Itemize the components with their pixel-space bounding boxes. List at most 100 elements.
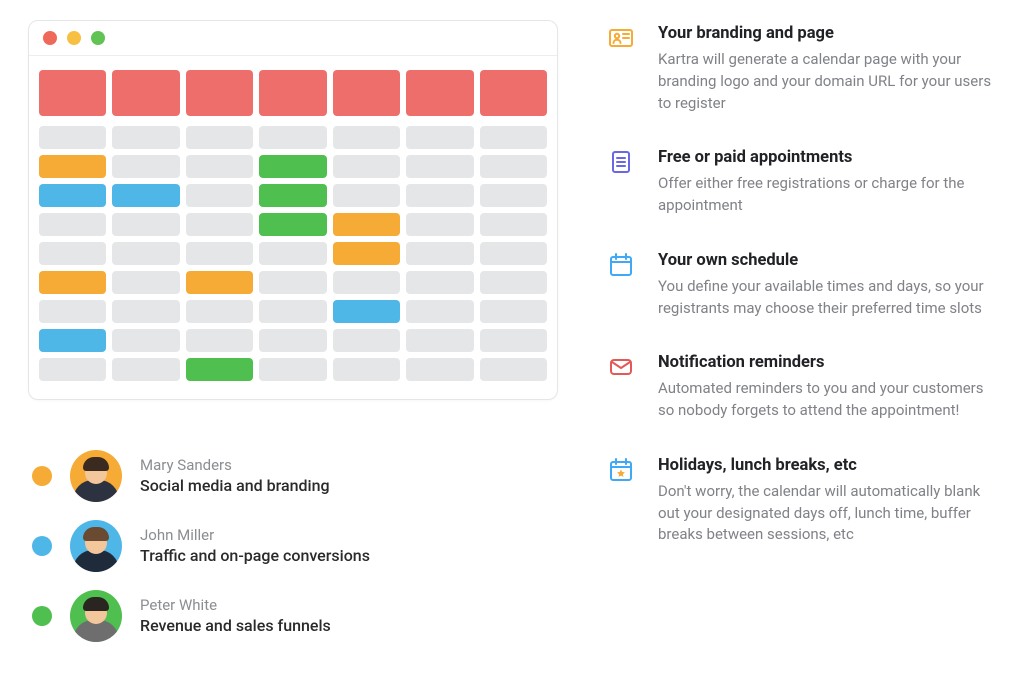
calendar-cell[interactable] [480, 271, 547, 294]
calendar-row [39, 329, 547, 352]
calendar-cell[interactable] [186, 242, 253, 265]
calendar-cell[interactable] [333, 184, 400, 207]
avatar [70, 520, 122, 572]
calendar-cell[interactable] [480, 213, 547, 236]
color-swatch [32, 606, 52, 626]
calendar-cell[interactable] [112, 213, 179, 236]
feature-description: Offer either free registrations or charg… [658, 173, 996, 217]
calendar-cell[interactable] [112, 126, 179, 149]
calendar-cell[interactable] [333, 358, 400, 381]
calendar-cell[interactable] [480, 358, 547, 381]
person-row: John MillerTraffic and on-page conversio… [32, 520, 558, 572]
calendar-cell[interactable] [406, 155, 473, 178]
color-swatch [32, 536, 52, 556]
calendar-cell[interactable] [39, 213, 106, 236]
calendar-cell[interactable] [112, 358, 179, 381]
calendar-cell[interactable] [259, 358, 326, 381]
calendar-row [39, 155, 547, 178]
person-name: Mary Sanders [140, 455, 330, 475]
calendar-cell[interactable] [39, 184, 106, 207]
calendar-cell[interactable] [39, 329, 106, 352]
calendar-cell[interactable] [480, 242, 547, 265]
calendar-cell[interactable] [112, 271, 179, 294]
calendar-cell[interactable] [112, 300, 179, 323]
avatar [70, 450, 122, 502]
calendar-cell[interactable] [39, 300, 106, 323]
calendar-cell[interactable] [259, 126, 326, 149]
feature-item: Holidays, lunch breaks, etcDon't worry, … [606, 456, 996, 546]
feature-description: You define your available times and days… [658, 276, 996, 320]
person-row: Peter WhiteRevenue and sales funnels [32, 590, 558, 642]
maximize-icon[interactable] [91, 31, 105, 45]
color-swatch [32, 466, 52, 486]
calendar-cell[interactable] [186, 126, 253, 149]
calendar-cell[interactable] [333, 329, 400, 352]
calendar-cell[interactable] [333, 271, 400, 294]
calendar-cell[interactable] [259, 271, 326, 294]
feature-description: Don't worry, the calendar will automatic… [658, 481, 996, 546]
calendar-cell[interactable] [333, 126, 400, 149]
calendar-window [28, 20, 558, 400]
person-row: Mary SandersSocial media and branding [32, 450, 558, 502]
calendar-row [39, 184, 547, 207]
calendar-cell[interactable] [480, 184, 547, 207]
calendar-cell[interactable] [186, 213, 253, 236]
calendar-row [39, 213, 547, 236]
calendar-cell[interactable] [259, 213, 326, 236]
calendar-cell[interactable] [406, 358, 473, 381]
minimize-icon[interactable] [67, 31, 81, 45]
calendar-cell[interactable] [112, 184, 179, 207]
person-name: Peter White [140, 595, 331, 615]
calendar-cell[interactable] [333, 213, 400, 236]
calendar-cell[interactable] [186, 184, 253, 207]
calendar-cell[interactable] [333, 242, 400, 265]
calendar-cell[interactable] [480, 155, 547, 178]
calendar-cell[interactable] [259, 184, 326, 207]
calendar-row [39, 271, 547, 294]
calendar-cell[interactable] [259, 155, 326, 178]
window-titlebar [29, 21, 557, 56]
calendar-cell[interactable] [406, 213, 473, 236]
calendar-header-row [39, 70, 547, 116]
calendar-cell[interactable] [480, 300, 547, 323]
avatar [70, 590, 122, 642]
calendar-cell[interactable] [39, 358, 106, 381]
calendar-cell[interactable] [186, 271, 253, 294]
calendar-cell[interactable] [480, 329, 547, 352]
calendar-cell[interactable] [112, 155, 179, 178]
calendar-cell[interactable] [259, 329, 326, 352]
calendar-day-header [259, 70, 326, 116]
calendar-row [39, 358, 547, 381]
people-list: Mary SandersSocial media and branding Joh… [28, 450, 558, 642]
calendar-cell[interactable] [406, 300, 473, 323]
calendar-cell[interactable] [333, 300, 400, 323]
calendar-cell[interactable] [186, 329, 253, 352]
calendar-cell[interactable] [406, 184, 473, 207]
feature-description: Kartra will generate a calendar page wit… [658, 49, 996, 114]
calendar-cell[interactable] [406, 242, 473, 265]
person-role: Social media and branding [140, 475, 330, 497]
calendar-cell[interactable] [406, 329, 473, 352]
calendar-row [39, 300, 547, 323]
calendar-cell[interactable] [112, 329, 179, 352]
calendar-cell[interactable] [39, 271, 106, 294]
calendar-cell[interactable] [186, 155, 253, 178]
calendar-cell[interactable] [333, 155, 400, 178]
calendar-cell[interactable] [259, 300, 326, 323]
calendar-cell[interactable] [39, 155, 106, 178]
document-lines-icon [606, 148, 636, 178]
calendar-day-header [480, 70, 547, 116]
calendar-cell[interactable] [112, 242, 179, 265]
close-icon[interactable] [43, 31, 57, 45]
calendar-icon [606, 251, 636, 281]
calendar-cell[interactable] [259, 242, 326, 265]
feature-description: Automated reminders to you and your cust… [658, 378, 996, 422]
person-role: Traffic and on-page conversions [140, 545, 370, 567]
calendar-cell[interactable] [406, 126, 473, 149]
calendar-cell[interactable] [39, 242, 106, 265]
calendar-cell[interactable] [39, 126, 106, 149]
calendar-cell[interactable] [186, 300, 253, 323]
calendar-cell[interactable] [480, 126, 547, 149]
calendar-cell[interactable] [186, 358, 253, 381]
calendar-cell[interactable] [406, 271, 473, 294]
